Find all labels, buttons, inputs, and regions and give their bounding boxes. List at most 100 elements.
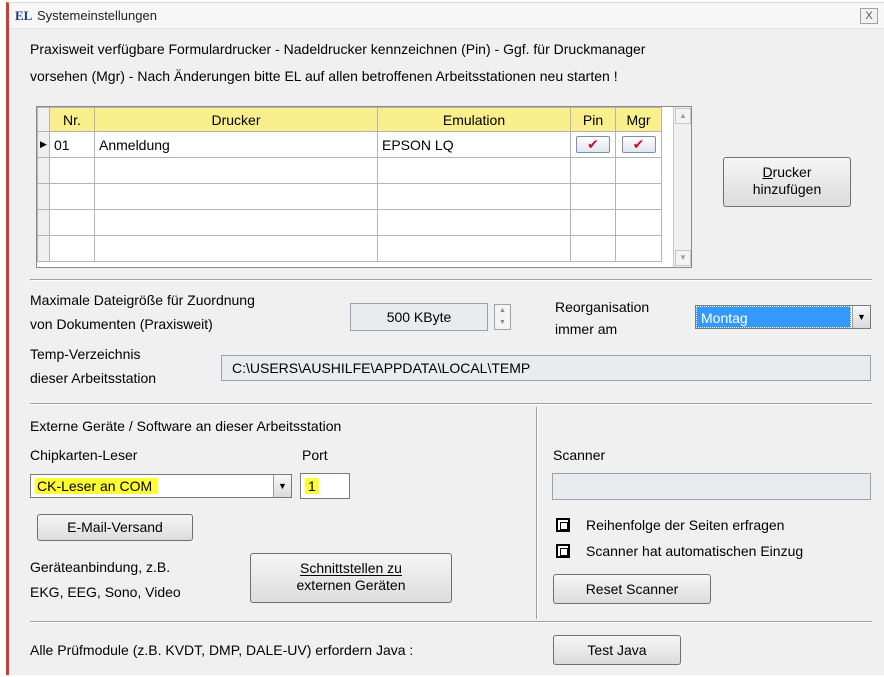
table-row[interactable] xyxy=(37,183,662,210)
cell-emulation[interactable] xyxy=(377,183,571,210)
temp-label-line-1: Temp-Verzeichnis xyxy=(30,346,141,362)
reorg-day-value: Montag xyxy=(696,306,851,328)
external-heading: Externe Geräte / Software an dieser Arbe… xyxy=(30,418,342,434)
cell-mgr[interactable] xyxy=(615,183,662,210)
scanner-field[interactable] xyxy=(552,473,871,500)
column-header-drucker[interactable]: Drucker xyxy=(94,107,378,132)
row-selector-header xyxy=(37,107,50,132)
column-header-nr[interactable]: Nr. xyxy=(49,107,95,132)
app-logo-icon: EL xyxy=(15,8,33,23)
cell-mgr[interactable] xyxy=(615,157,662,184)
page-order-checkbox[interactable] xyxy=(556,518,570,532)
add-printer-button[interactable]: Drucker hinzufügen xyxy=(723,157,851,207)
max-size-label-line-1: Maximale Dateigröße für Zuordnung xyxy=(30,292,255,308)
divider xyxy=(30,621,872,623)
test-java-button[interactable]: Test Java xyxy=(553,635,681,665)
add-printer-label-line-2: hinzufügen xyxy=(752,181,822,197)
vertical-divider xyxy=(536,407,538,619)
window-title: Systemeinstellungen xyxy=(37,8,157,23)
column-header-emulation[interactable]: Emulation xyxy=(377,107,571,132)
cell-pin[interactable] xyxy=(570,209,616,236)
scanner-label: Scanner xyxy=(553,447,606,463)
max-size-spinner[interactable]: ▲ ▼ xyxy=(494,304,511,330)
email-send-button[interactable]: E-Mail-Versand xyxy=(37,514,193,541)
grid-scrollbar[interactable]: ▲ ▼ xyxy=(673,107,691,267)
cell-pin[interactable] xyxy=(570,235,616,262)
interfaces-label-line-2: externen Geräten xyxy=(296,577,406,593)
cell-drucker[interactable] xyxy=(94,235,378,262)
cell-mgr[interactable] xyxy=(615,235,662,262)
test-java-label: Test Java xyxy=(587,642,647,658)
add-printer-label-rest: rucker xyxy=(772,164,812,180)
intro-text-line-2: vorsehen (Mgr) - Nach Änderungen bitte E… xyxy=(30,68,618,84)
cell-nr[interactable] xyxy=(49,183,95,210)
row-selector xyxy=(37,157,50,184)
port-input[interactable]: 1 xyxy=(300,473,350,499)
port-label: Port xyxy=(302,447,328,463)
cell-emulation[interactable] xyxy=(377,235,571,262)
spin-down-icon[interactable]: ▼ xyxy=(495,317,510,329)
column-header-mgr[interactable]: Mgr xyxy=(615,107,662,132)
temp-label-line-2: dieser Arbeitsstation xyxy=(30,370,157,386)
java-note: Alle Prüfmodule (z.B. KVDT, DMP, DALE-UV… xyxy=(30,642,414,658)
table-row[interactable] xyxy=(37,235,662,262)
max-size-field[interactable]: 500 KByte xyxy=(350,303,488,331)
cell-nr[interactable]: 01 xyxy=(49,131,95,158)
cell-emulation[interactable] xyxy=(377,157,571,184)
cell-nr[interactable] xyxy=(49,209,95,236)
reorg-label-line-2: immer am xyxy=(555,321,618,337)
row-selector xyxy=(37,183,50,210)
chipcard-label: Chipkarten-Leser xyxy=(30,447,138,463)
reorg-label-line-1: Reorganisation xyxy=(555,299,650,315)
device-text-line-2: EKG, EEG, Sono, Video xyxy=(30,584,181,600)
divider xyxy=(30,279,872,281)
table-row[interactable]: ▶ 01 Anmeldung EPSON LQ ✔ ✔ xyxy=(37,131,662,158)
cell-drucker[interactable] xyxy=(94,157,378,184)
settings-window: EL Systemeinstellungen X Praxisweit verf… xyxy=(6,2,884,675)
printer-grid[interactable]: Nr. Drucker Emulation Pin Mgr ▶ 01 Anmel… xyxy=(36,106,692,268)
row-selector xyxy=(37,209,50,236)
cell-pin[interactable] xyxy=(570,183,616,210)
scroll-up-icon[interactable]: ▲ xyxy=(675,108,691,124)
accel-char: D xyxy=(762,164,773,180)
cell-drucker[interactable] xyxy=(94,183,378,210)
temp-path-field[interactable]: C:\USERS\AUSHILFE\APPDATA\LOCAL\TEMP xyxy=(221,355,871,381)
cell-nr[interactable] xyxy=(49,235,95,262)
spin-up-icon[interactable]: ▲ xyxy=(495,305,510,317)
scroll-down-icon[interactable]: ▼ xyxy=(675,250,691,266)
close-button[interactable]: X xyxy=(860,8,878,24)
title-bar: EL Systemeinstellungen X xyxy=(9,3,884,29)
interfaces-button[interactable]: Schnittstellen zu externen Geräten xyxy=(250,553,452,603)
table-row[interactable] xyxy=(37,209,662,236)
auto-feed-label: Scanner hat automatischen Einzug xyxy=(586,543,804,559)
reset-scanner-label: Reset Scanner xyxy=(585,581,679,597)
cell-pin[interactable] xyxy=(570,157,616,184)
mgr-checkbox[interactable]: ✔ xyxy=(621,136,656,154)
chevron-down-icon[interactable]: ▼ xyxy=(273,475,291,497)
table-row[interactable] xyxy=(37,157,662,184)
reorg-day-select[interactable]: Montag ▼ xyxy=(695,305,871,329)
max-size-label-line-2: von Dokumenten (Praxisweit) xyxy=(30,316,213,332)
row-selector xyxy=(37,235,50,262)
chipcard-value: CK-Leser an COM xyxy=(31,475,159,497)
device-text-line-1: Geräteanbindung, z.B. xyxy=(30,559,171,575)
cell-emulation[interactable] xyxy=(377,209,571,236)
cell-nr[interactable] xyxy=(49,157,95,184)
chevron-down-icon[interactable]: ▼ xyxy=(852,306,870,328)
pin-checkbox[interactable]: ✔ xyxy=(576,136,610,154)
page-order-label: Reihenfolge der Seiten erfragen xyxy=(586,517,785,533)
column-header-pin[interactable]: Pin xyxy=(570,107,616,132)
reset-scanner-button[interactable]: Reset Scanner xyxy=(553,574,711,604)
auto-feed-checkbox[interactable] xyxy=(556,544,570,558)
cell-mgr[interactable] xyxy=(615,209,662,236)
port-value: 1 xyxy=(305,478,319,494)
cell-emulation[interactable]: EPSON LQ xyxy=(377,131,571,158)
cell-drucker[interactable] xyxy=(94,209,378,236)
interfaces-label-line-1: Schnittstellen zu xyxy=(300,560,402,576)
divider xyxy=(30,403,872,405)
grid-header-row: Nr. Drucker Emulation Pin Mgr xyxy=(37,107,662,132)
intro-text-line-1: Praxisweit verfügbare Formulardrucker - … xyxy=(30,41,646,57)
cell-pin: ✔ xyxy=(570,131,616,158)
cell-drucker[interactable]: Anmeldung xyxy=(94,131,378,158)
chipcard-select[interactable]: CK-Leser an COM ▼ xyxy=(30,474,292,498)
